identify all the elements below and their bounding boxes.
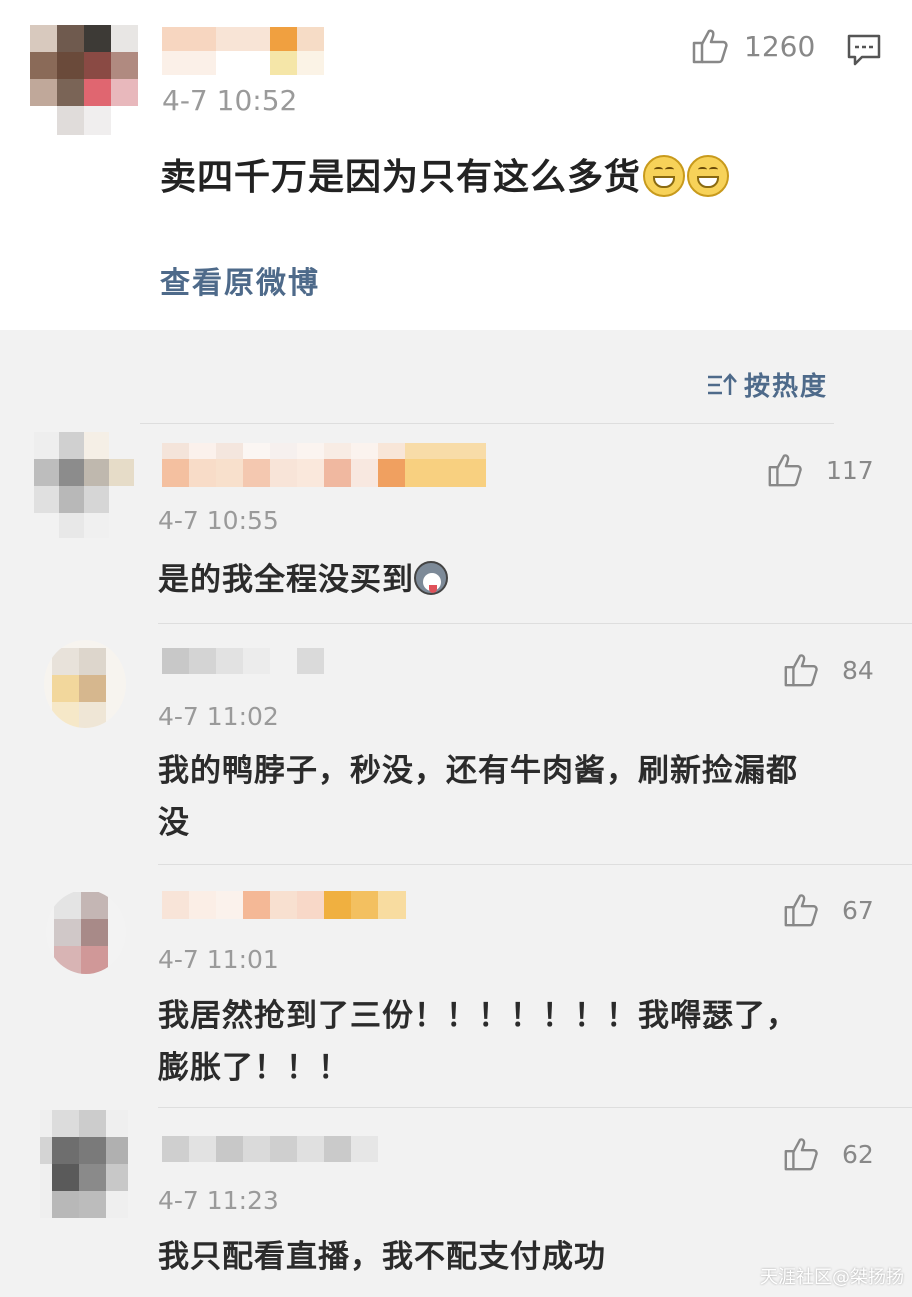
comment-icon[interactable] bbox=[846, 33, 882, 71]
comment-like-count: 117 bbox=[826, 455, 874, 485]
comment-text: 我居然抢到了三份！！！！！！！我嘚瑟了， 膨胀了！！！ bbox=[158, 990, 798, 1094]
comment-line: 膨胀了！！！ bbox=[158, 1050, 350, 1086]
username-blurred[interactable] bbox=[162, 443, 487, 487]
comment-line: 我的鸭脖子，秒没，还有牛肉酱，刷新捡漏都 bbox=[158, 753, 798, 789]
sort-icon bbox=[708, 372, 737, 395]
post-content: 卖四千万是因为只有这么多货 bbox=[160, 148, 730, 200]
comment-time: 4-7 11:02 bbox=[158, 702, 279, 731]
comment-text: 我只配看直播，我不配支付成功 bbox=[158, 1231, 606, 1283]
avatar[interactable] bbox=[46, 890, 126, 974]
view-original-link[interactable]: 查看原微博 bbox=[160, 258, 320, 302]
comment-line: 我只配看直播，我不配支付成功 bbox=[158, 1239, 606, 1275]
comment-line: 是的我全程没买到 bbox=[158, 562, 414, 598]
thumbs-up-icon bbox=[784, 894, 818, 927]
comment-time: 4-7 11:23 bbox=[158, 1186, 279, 1215]
avatar[interactable] bbox=[30, 25, 138, 135]
username-blurred[interactable] bbox=[162, 891, 406, 919]
main-post: 4-7 10:52 1260 卖四千万是因为只有这么多货 查看原微博 bbox=[0, 0, 912, 330]
comment-like-button[interactable]: 84 bbox=[782, 651, 874, 689]
comment-text: 我的鸭脖子，秒没，还有牛肉酱，刷新捡漏都 没 bbox=[158, 745, 798, 849]
comment-text: 是的我全程没买到 bbox=[158, 554, 448, 606]
comment-line: 我居然抢到了三份！！！！！！！我嘚瑟了， bbox=[158, 998, 798, 1034]
thumbs-up-icon bbox=[692, 29, 728, 64]
username-blurred[interactable] bbox=[162, 1136, 378, 1162]
thumbs-up-icon bbox=[784, 1138, 818, 1171]
comment-like-count: 67 bbox=[842, 895, 874, 925]
watermark: 天涯社区@桀扬扬 bbox=[760, 1267, 904, 1288]
sort-label: 按热度 bbox=[744, 372, 829, 402]
comment-like-count: 84 bbox=[842, 655, 874, 685]
avatar[interactable] bbox=[34, 432, 134, 538]
sort-button[interactable]: 按热度 bbox=[706, 366, 828, 403]
comment-like-count: 62 bbox=[842, 1139, 874, 1169]
thumbs-up-icon bbox=[768, 454, 802, 487]
comment-like-button[interactable]: 67 bbox=[782, 891, 874, 929]
comment-line: 没 bbox=[158, 805, 190, 841]
grin-emoji-icon bbox=[687, 155, 730, 197]
divider bbox=[140, 423, 834, 424]
avatar[interactable] bbox=[44, 640, 126, 728]
post-time: 4-7 10:52 bbox=[162, 84, 298, 117]
comment-like-button[interactable]: 62 bbox=[782, 1135, 874, 1173]
thumbs-up-icon bbox=[784, 654, 818, 687]
husky-emoji-icon bbox=[414, 561, 448, 595]
avatar[interactable] bbox=[40, 1110, 128, 1218]
post-like-count: 1260 bbox=[744, 29, 816, 63]
divider bbox=[158, 1107, 912, 1108]
divider bbox=[158, 864, 912, 865]
comment-like-button[interactable]: 117 bbox=[766, 451, 874, 489]
username-blurred[interactable] bbox=[162, 27, 324, 75]
post-like-button[interactable]: 1260 bbox=[690, 26, 815, 66]
grin-emoji-icon bbox=[643, 155, 686, 197]
post-text: 卖四千万是因为只有这么多货 bbox=[160, 157, 642, 198]
comment-time: 4-7 11:01 bbox=[158, 945, 279, 974]
username-blurred[interactable] bbox=[162, 648, 324, 674]
divider bbox=[158, 623, 912, 624]
comment-time: 4-7 10:55 bbox=[158, 506, 279, 535]
